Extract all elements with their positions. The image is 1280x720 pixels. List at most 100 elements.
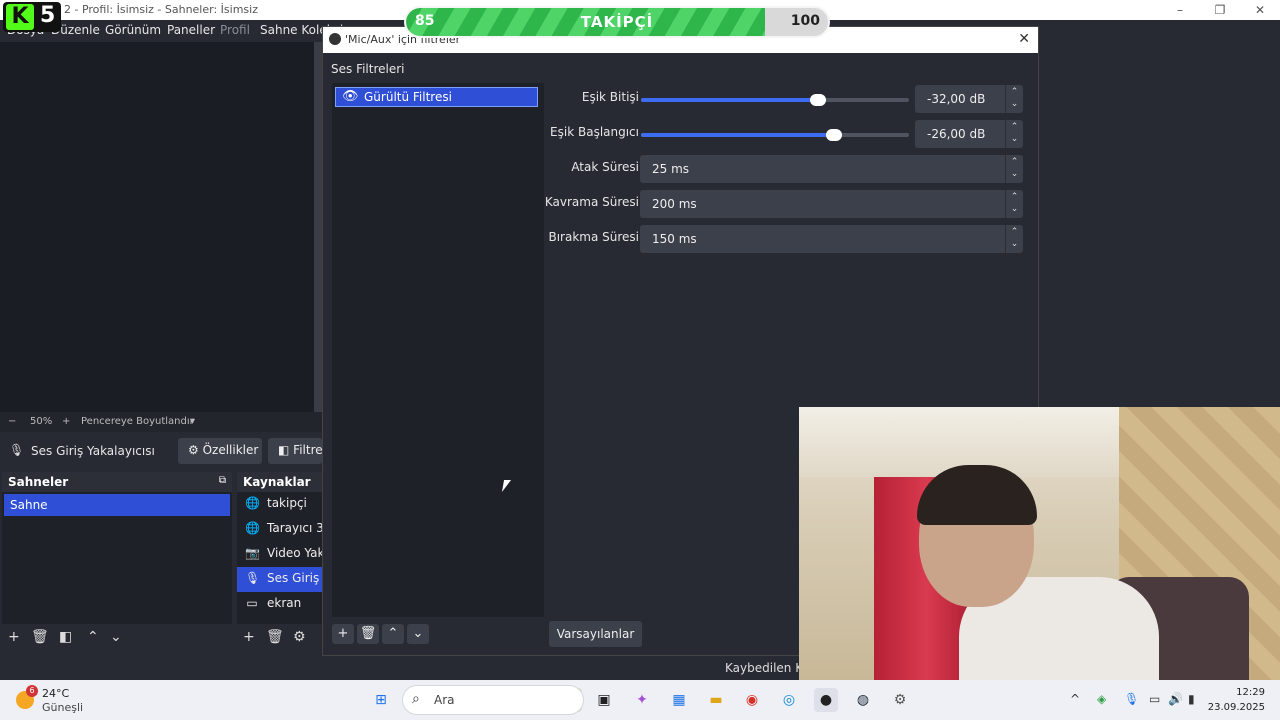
network-icon[interactable]: ▭	[1149, 692, 1160, 706]
spin-arrows-icon[interactable]: ⌃ ⌄	[1005, 225, 1023, 253]
search-icon: ⌕	[412, 691, 420, 707]
edge-icon[interactable]: ◎	[777, 688, 801, 712]
minimize-icon[interactable]: –	[1160, 0, 1200, 20]
defaults-button[interactable]: Varsayılanlar	[549, 621, 642, 647]
follower-goal: 100	[790, 13, 820, 29]
battery-icon[interactable]: ▮	[1188, 692, 1195, 706]
preview-canvas[interactable]	[0, 42, 322, 412]
mic-icon[interactable]: 🎙	[1124, 692, 1139, 706]
release-time-row: Bırakma Süresi 150 ms ⌃ ⌄	[548, 225, 1029, 253]
clock[interactable]: 12:29 23.09.2025	[1208, 685, 1265, 715]
scenes-title: Sahneler	[8, 475, 69, 489]
open-threshold-slider[interactable]	[641, 129, 909, 141]
slider-handle[interactable]	[825, 129, 842, 141]
menu-profile[interactable]: Profil	[220, 23, 250, 37]
spin-arrows-icon[interactable]: ⌃ ⌄	[1005, 190, 1023, 218]
obs-window-title: 2 - Profil: İsimsiz - Sahneler: İsimsiz	[64, 3, 258, 16]
filter-list: 👁 Gürültü Filtresi	[332, 83, 544, 617]
chevron-down-icon[interactable]: ⌄	[407, 624, 429, 644]
chevron-up-icon[interactable]: ^	[1070, 692, 1080, 706]
open-threshold-value: -26,00 dB	[927, 127, 986, 141]
source-item[interactable]: ▭ ekran	[237, 592, 322, 617]
filter-item-noise-gate[interactable]: 👁 Gürültü Filtresi	[335, 87, 538, 107]
steam-icon[interactable]: ◍	[851, 688, 875, 712]
source-label: takipçi	[267, 496, 307, 510]
close-threshold-label: Eşik Bitişi	[581, 90, 639, 104]
spin-arrows-icon[interactable]: ⌃ ⌄	[1005, 120, 1023, 148]
menu-docks[interactable]: Paneller	[167, 23, 215, 37]
scene-item[interactable]: Sahne	[4, 494, 230, 516]
chevron-down-icon[interactable]: ▾	[190, 416, 195, 427]
filter-icon[interactable]: ◧	[59, 629, 72, 645]
slider-handle[interactable]	[809, 94, 826, 106]
taskbar-search[interactable]: ⌕ Ara	[402, 685, 584, 715]
hold-time-input[interactable]: 200 ms ⌃ ⌄	[640, 190, 1023, 218]
source-item-selected[interactable]: 🎙 Ses Giriş Yakalayıcısı	[237, 567, 322, 592]
mic-icon: 🎙	[245, 571, 261, 585]
close-threshold-slider[interactable]	[641, 94, 909, 106]
zoom-out-icon[interactable]: −	[8, 416, 16, 427]
release-time-input[interactable]: 150 ms ⌃ ⌄	[640, 225, 1023, 253]
scenes-header: Sahneler ⧉	[2, 472, 232, 492]
menu-view[interactable]: Görünüm	[105, 23, 161, 37]
trash-icon[interactable]: 🗑	[31, 629, 49, 645]
copilot-icon[interactable]: ✦	[630, 688, 654, 712]
properties-button[interactable]: ⚙ Özellikler	[178, 438, 262, 464]
filter-name: Gürültü Filtresi	[364, 90, 452, 104]
release-time-label: Bırakma Süresi	[548, 230, 639, 244]
filters-button[interactable]: ◧ Filtreler	[268, 438, 322, 464]
settings-gear-icon[interactable]: ⚙	[888, 688, 912, 712]
store-icon[interactable]: ▦	[667, 688, 691, 712]
logo-number: 5	[40, 3, 56, 28]
gear-icon[interactable]: ⚙	[293, 629, 306, 645]
source-item[interactable]: 📷 Video Yakalama	[237, 542, 322, 567]
attack-time-input[interactable]: 25 ms ⌃ ⌄	[640, 155, 1023, 183]
source-item[interactable]: 🌐 takipçi	[237, 492, 322, 517]
camera-icon: 📷	[245, 546, 260, 560]
maximize-icon[interactable]: ❐	[1200, 0, 1240, 20]
clock-date: 23.09.2025	[1207, 702, 1265, 713]
hold-time-row: Kavrama Süresi 200 ms ⌃ ⌄	[545, 190, 1029, 218]
logo-letter: K	[6, 4, 34, 30]
windows-start-icon[interactable]: ⊞	[369, 688, 393, 712]
spin-arrows-icon[interactable]: ⌃ ⌄	[1005, 155, 1023, 183]
chevron-up-icon[interactable]: ⌃	[87, 629, 99, 645]
slider-fill	[641, 133, 834, 137]
globe-icon: 🌐	[245, 496, 260, 510]
add-icon[interactable]: +	[8, 629, 20, 645]
open-threshold-input[interactable]: -26,00 dB ⌃ ⌄	[915, 120, 1023, 148]
zoom-in-icon[interactable]: +	[62, 416, 70, 427]
speaker-icon[interactable]: 🔊	[1168, 692, 1183, 706]
attack-time-row: Atak Süresi 25 ms ⌃ ⌄	[549, 155, 1029, 183]
trash-icon[interactable]: 🗑	[357, 624, 379, 644]
gear-icon: ⚙	[188, 443, 199, 457]
weather-widget[interactable]: 6 24°C Güneşli	[16, 685, 106, 715]
chevron-down-icon[interactable]: ⌄	[110, 629, 122, 645]
undock-icon[interactable]: ⧉	[219, 475, 226, 486]
close-threshold-input[interactable]: -32,00 dB ⌃ ⌄	[915, 85, 1023, 113]
clock-time: 12:29	[1236, 687, 1265, 698]
add-icon[interactable]: +	[332, 624, 354, 644]
folder-icon[interactable]: ▬	[704, 688, 728, 712]
obs-app-icon[interactable]: ●	[814, 688, 838, 712]
task-view-icon[interactable]: ▣	[592, 688, 616, 712]
close-threshold-row: Eşik Bitişi -32,00 dB ⌃ ⌄	[549, 85, 1029, 113]
window-controls: – ❐ ✕	[1160, 0, 1280, 20]
add-icon[interactable]: +	[243, 629, 255, 645]
spin-arrows-icon[interactable]: ⌃ ⌄	[1005, 85, 1023, 113]
source-label: Video Yakalama	[267, 546, 322, 560]
sources-header: Kaynaklar	[237, 472, 322, 492]
close-icon[interactable]: ✕	[1018, 31, 1030, 47]
close-icon[interactable]: ✕	[1240, 0, 1280, 20]
source-label: Tarayıcı 3	[267, 521, 322, 535]
chevron-up-icon[interactable]: ⌃	[382, 624, 404, 644]
source-item[interactable]: 🌐 Tarayıcı 3	[237, 517, 322, 542]
security-icon[interactable]: ◈	[1097, 692, 1106, 706]
trash-icon[interactable]: 🗑	[266, 629, 284, 645]
open-threshold-label: Eşik Başlangıcı	[550, 125, 639, 139]
fit-to-window[interactable]: Pencereye Boyutlandır	[81, 416, 194, 427]
eye-icon[interactable]: 👁	[342, 89, 359, 104]
chrome-icon[interactable]: ◉	[740, 688, 764, 712]
zoom-bar: − 50% + Pencereye Boyutlandır ▾	[0, 412, 322, 432]
slider-fill	[641, 98, 818, 102]
